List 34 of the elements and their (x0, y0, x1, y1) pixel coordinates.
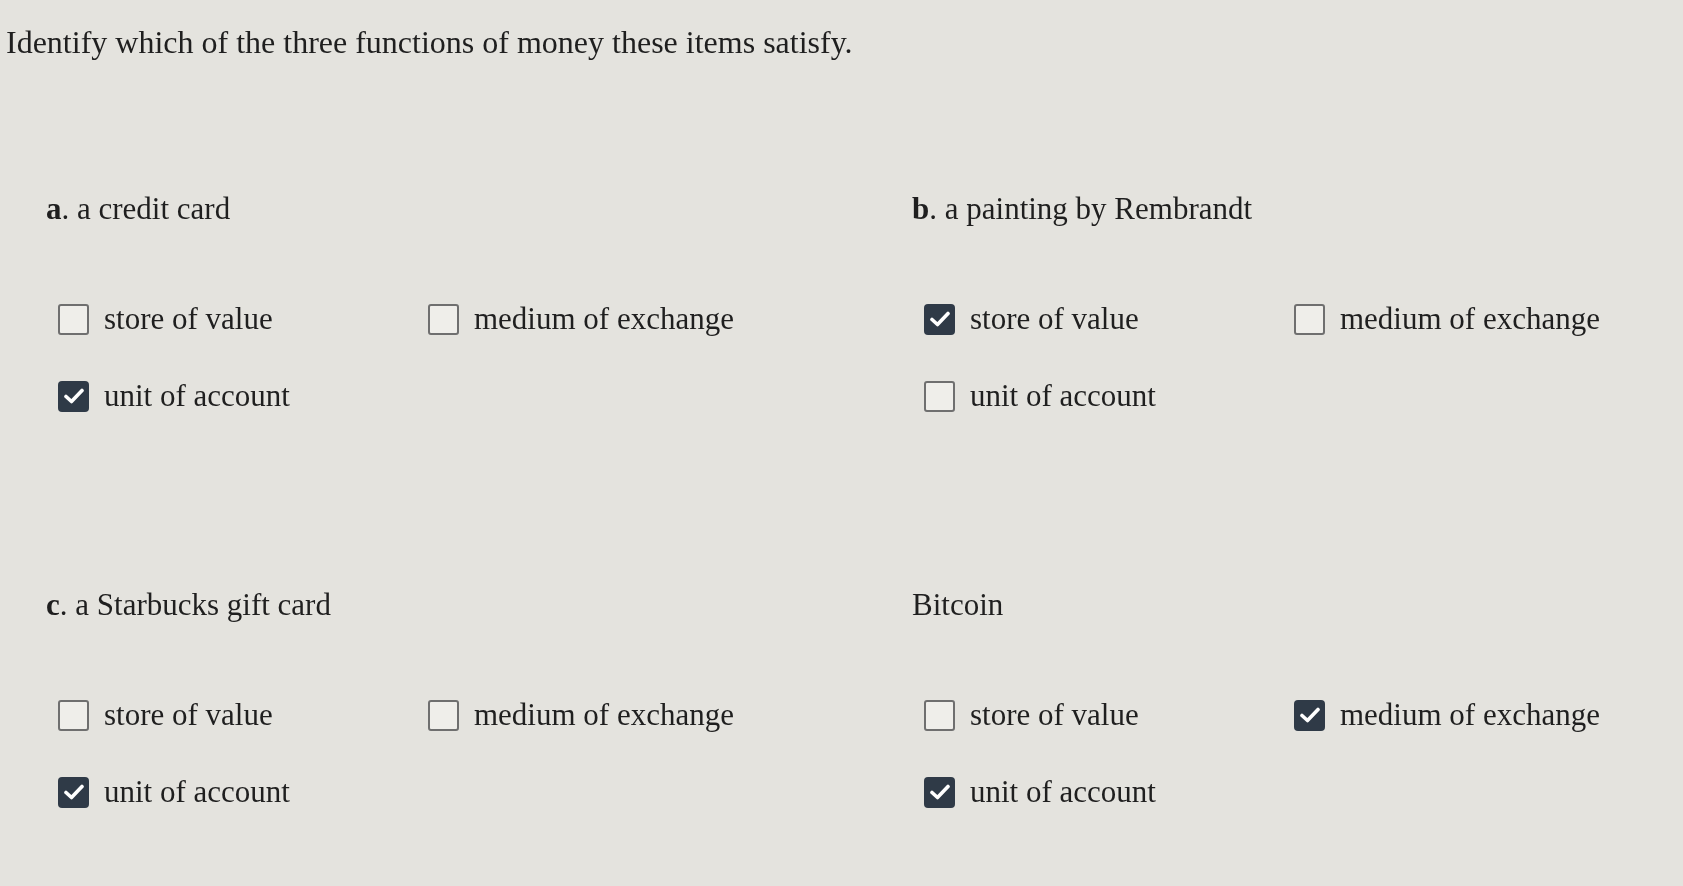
option-label[interactable]: store of value (970, 300, 1139, 338)
option-label[interactable]: medium of exchange (474, 300, 734, 338)
option-label[interactable]: store of value (970, 696, 1139, 734)
checkbox[interactable] (428, 303, 459, 335)
checkbox[interactable] (924, 776, 955, 808)
check-icon (929, 784, 950, 800)
checkbox[interactable] (1294, 303, 1325, 335)
option-label[interactable]: unit of account (970, 377, 1156, 415)
checkbox[interactable] (1294, 699, 1325, 731)
question-label: Bitcoin (912, 586, 1004, 624)
option-label[interactable]: store of value (104, 300, 273, 338)
option-label[interactable]: medium of exchange (474, 696, 734, 734)
option-label[interactable]: medium of exchange (1340, 696, 1600, 734)
question-label: a. a credit card (46, 190, 231, 228)
check-icon (929, 311, 950, 327)
checkbox[interactable] (58, 776, 89, 808)
checkbox[interactable] (58, 303, 89, 335)
option-label[interactable]: unit of account (104, 773, 290, 811)
check-icon (63, 784, 84, 800)
question-label: b. a painting by Rembrandt (912, 190, 1253, 228)
instruction-text: Identify which of the three functions of money these items satisfy. (6, 23, 853, 62)
checkbox[interactable] (924, 699, 955, 731)
option-label[interactable]: store of value (104, 696, 273, 734)
check-icon (1299, 707, 1320, 723)
checkbox[interactable] (924, 303, 955, 335)
checkbox[interactable] (58, 699, 89, 731)
checkbox[interactable] (924, 380, 955, 412)
option-label[interactable]: unit of account (970, 773, 1156, 811)
check-icon (63, 388, 84, 404)
checkbox[interactable] (58, 380, 89, 412)
option-label[interactable]: medium of exchange (1340, 300, 1600, 338)
checkbox[interactable] (428, 699, 459, 731)
question-label: c. a Starbucks gift card (46, 586, 331, 624)
option-label[interactable]: unit of account (104, 377, 290, 415)
